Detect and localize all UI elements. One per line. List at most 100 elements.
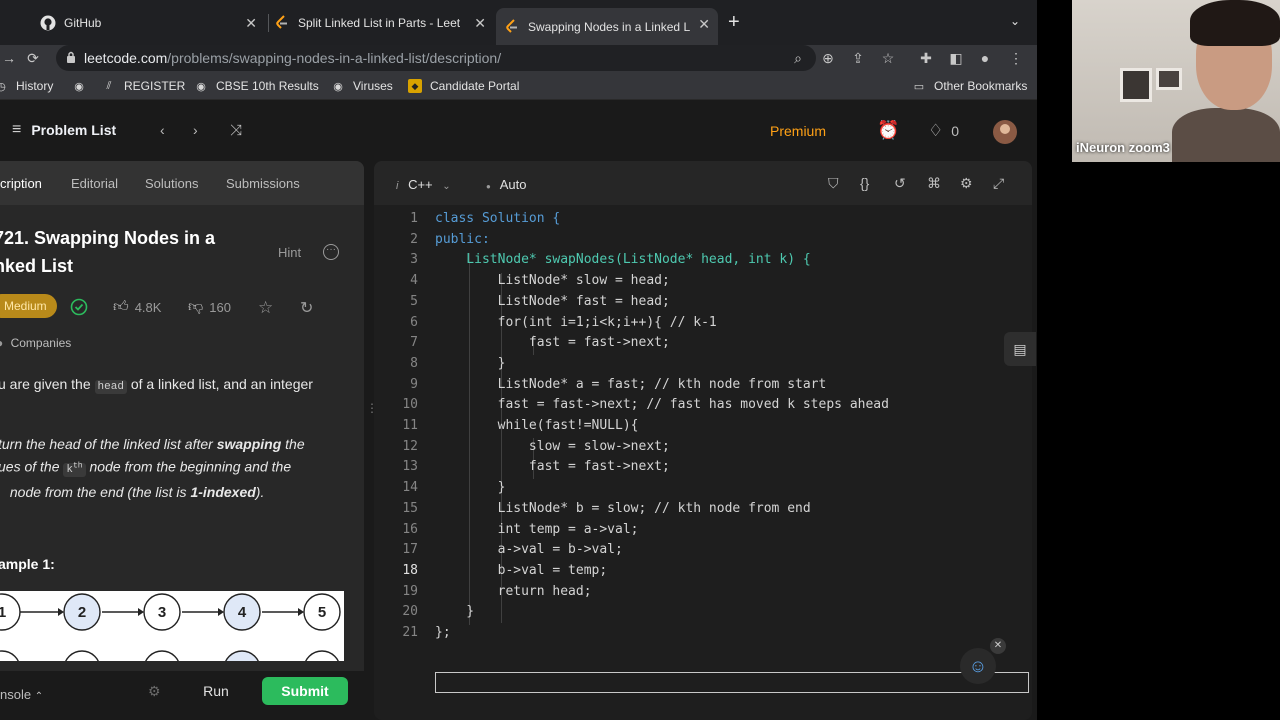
line-number: 18 xyxy=(402,562,418,578)
console-toggle[interactable]: nsole ⌃ xyxy=(0,687,43,702)
share-icon[interactable]: ⇪ xyxy=(849,49,867,67)
fire-icon: ♢ xyxy=(928,121,944,140)
code-line: fast = fast->next; xyxy=(435,335,670,351)
extensions-icon[interactable]: ✚ xyxy=(917,49,935,67)
braces-icon[interactable]: {} xyxy=(860,175,869,191)
autocomplete-toggle[interactable]: ● Auto xyxy=(486,177,527,192)
code-line: class Solution { xyxy=(435,211,561,226)
document-icon[interactable]: ▤ xyxy=(1004,332,1036,366)
info-icon: i xyxy=(396,180,399,192)
new-tab-icon[interactable]: + xyxy=(728,12,740,32)
like-button[interactable]: 👍︎ 4.8K xyxy=(113,298,161,316)
bookmark-icon[interactable]: ⛉ xyxy=(828,175,839,192)
bookmark-globe[interactable]: ◉ xyxy=(72,79,94,93)
address-bar[interactable]: leetcode.com/problems/swapping-nodes-in-… xyxy=(56,45,816,71)
avatar[interactable] xyxy=(993,120,1017,144)
problem-list-button[interactable]: ≡ Problem List xyxy=(12,121,116,139)
hint-button[interactable]: Hint xyxy=(278,245,301,260)
bookmark-history[interactable]: ◷ History xyxy=(0,79,53,93)
line-number: 7 xyxy=(410,335,418,351)
language-select[interactable]: i C++ ⌄ xyxy=(396,177,451,192)
code-line: } xyxy=(435,355,506,371)
close-icon[interactable]: ✕ xyxy=(245,15,257,32)
zoom-icon[interactable]: ⊕ xyxy=(819,49,837,67)
premium-link[interactable]: Premium xyxy=(770,123,826,139)
share-icon[interactable]: ↻ xyxy=(300,298,313,318)
diagram-node-label: 1 xyxy=(0,604,6,621)
tab-split-linked-list[interactable]: Split Linked List in Parts - Leet ✕ xyxy=(274,8,494,38)
code-line: slow = slow->next; xyxy=(435,438,670,454)
bookmark-candidate-portal[interactable]: ◆ Candidate Portal xyxy=(408,79,519,93)
tab-solutions[interactable]: Solutions xyxy=(145,176,198,191)
line-number: 20 xyxy=(402,604,418,620)
person-hair xyxy=(1190,0,1280,46)
bookmark-other[interactable]: ▭ Other Bookmarks xyxy=(912,79,1028,93)
wall-frame xyxy=(1156,68,1182,90)
code-line: fast = fast->next; // fast has moved k s… xyxy=(435,397,889,413)
search-icon[interactable]: ⌕ xyxy=(789,49,807,67)
profile-icon[interactable]: ● xyxy=(976,49,994,67)
chevron-right-icon[interactable]: › xyxy=(193,122,198,138)
line-number: 10 xyxy=(402,397,418,413)
dislike-button[interactable]: 👎︎ 160 xyxy=(188,298,231,316)
chevron-left-icon[interactable]: ‹ xyxy=(160,122,165,138)
reset-icon[interactable]: ↺ xyxy=(894,175,906,192)
settings-icon[interactable]: ⚙ xyxy=(960,175,973,192)
dot-icon: ● xyxy=(486,182,491,191)
reload-icon[interactable]: ⟳ xyxy=(24,49,42,67)
tab-title: GitHub xyxy=(64,16,102,30)
streak-counter[interactable]: ♢ 0 xyxy=(928,121,959,141)
code-line: ListNode* fast = head; xyxy=(435,293,670,309)
problem-title[interactable]: 721. Swapping Nodes in a nked List xyxy=(0,224,254,280)
bookmark-viruses[interactable]: ◉ Viruses xyxy=(331,79,393,93)
wall-frame xyxy=(1120,68,1152,102)
menu-icon[interactable]: ⋮ xyxy=(1007,49,1025,67)
forward-icon[interactable]: → xyxy=(0,49,18,67)
shuffle-icon[interactable]: ⤨ xyxy=(230,122,242,139)
tab-swapping-nodes[interactable]: Swapping Nodes in a Linked Li ✕ xyxy=(496,8,718,45)
code-line: ListNode* slow = head; xyxy=(435,273,670,289)
description-paragraph-1: u are given the head of a linked list, a… xyxy=(0,376,313,394)
thumbs-up-icon: 👍︎ xyxy=(113,298,129,315)
star-icon[interactable]: ☆ xyxy=(258,298,273,318)
companies-tag[interactable]: ● Companies xyxy=(0,336,71,350)
tab-editorial[interactable]: Editorial xyxy=(71,176,118,191)
chevron-down-icon[interactable]: ⌄ xyxy=(1010,14,1020,28)
close-icon[interactable]: ✕ xyxy=(698,16,710,33)
alarm-clock-icon[interactable]: ⏰ xyxy=(877,120,899,141)
star-icon[interactable]: ☆ xyxy=(879,49,897,67)
line-number: 6 xyxy=(410,314,418,330)
shortcuts-icon[interactable]: ⌘ xyxy=(927,175,941,192)
bookmarks-bar: ◷ History ◉ ⫽ REGISTER ◉ CBSE 10th Resul… xyxy=(0,75,1037,100)
feedback-chat-icon[interactable]: ☺ xyxy=(960,648,996,684)
list-icon: ≡ xyxy=(12,121,22,138)
tab-description[interactable]: cription xyxy=(0,176,42,191)
run-button[interactable]: Run xyxy=(188,677,244,705)
history-icon: ◷ xyxy=(0,80,6,93)
code-line: a->val = b->val; xyxy=(435,542,623,558)
close-icon[interactable]: ✕ xyxy=(990,638,1006,654)
submit-button[interactable]: Submit xyxy=(262,677,348,705)
code-editor[interactable]: i C++ ⌄ ● Auto ⛉ {} ↺ ⌘ ⚙ ⤢ 1 2 3 4 5 6 … xyxy=(374,161,1032,720)
tab-github[interactable]: GitHub ✕ xyxy=(40,8,265,38)
bookmark-register[interactable]: ⫽ REGISTER xyxy=(102,79,186,93)
code-line: fast = fast->next; xyxy=(435,459,670,475)
solved-icon xyxy=(70,298,88,316)
sidebar-icon[interactable]: ◧ xyxy=(947,49,965,67)
close-icon[interactable]: ✕ xyxy=(474,15,486,32)
fullscreen-icon[interactable]: ⤢ xyxy=(993,175,1004,192)
globe-icon: ◉ xyxy=(333,80,343,93)
tab-title: Swapping Nodes in a Linked Li xyxy=(528,19,690,34)
line-number: 17 xyxy=(402,542,418,558)
tab-submissions[interactable]: Submissions xyxy=(226,176,300,191)
leetcode-navbar: ≡ Problem List ‹ › ⤨ Premium ⏰ ♢ 0 xyxy=(0,101,1037,161)
line-number: 3 xyxy=(410,252,418,268)
more-icon[interactable]: ··· xyxy=(323,244,339,260)
debug-icon[interactable]: ⚙ xyxy=(148,683,161,700)
lock-icon xyxy=(66,51,76,66)
code-line: ListNode* swapNodes(ListNode* head, int … xyxy=(435,252,811,268)
line-number: 19 xyxy=(402,583,418,599)
bookmark-cbse[interactable]: ◉ CBSE 10th Results xyxy=(194,79,319,93)
browser-window: GitHub ✕ Split Linked List in Parts - Le… xyxy=(0,0,1037,720)
diagram-node xyxy=(145,650,179,661)
